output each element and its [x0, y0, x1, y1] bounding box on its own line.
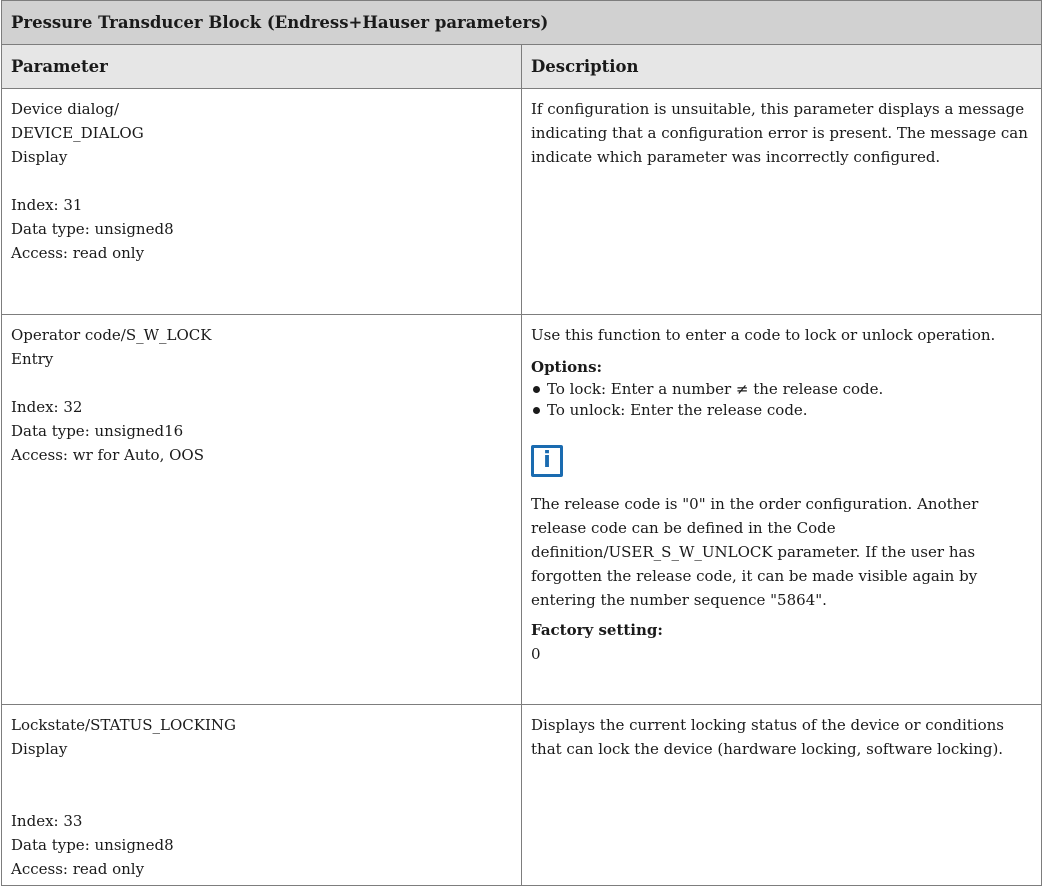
parameter-access: Access: read only	[11, 244, 145, 262]
parameter-index: Index: 31	[11, 196, 83, 214]
factory-setting-value: 0	[531, 645, 541, 663]
parameter-table: Pressure Transducer Block (Endress+Hause…	[1, 0, 1042, 886]
parameter-access: Access: wr for Auto, OOS	[11, 446, 204, 464]
parameter-mode: Display	[11, 148, 68, 166]
bullet-icon	[533, 386, 540, 393]
description-text: Use this function to enter a code to loc…	[531, 326, 996, 344]
parameter-name: Lockstate/STATUS_LOCKING	[11, 716, 236, 734]
info-icon: i	[531, 445, 563, 477]
parameter-name: Operator code/S_W_LOCK	[11, 326, 212, 344]
column-header-description: Description	[521, 44, 1042, 89]
table-row: Operator code/S_W_LOCK Entry Index: 32 D…	[1, 314, 1042, 705]
parameter-mode: Display	[11, 740, 68, 758]
parameter-access: Access: read only	[11, 860, 145, 878]
list-item: To unlock: Enter the release code.	[531, 400, 1031, 421]
table-row: Lockstate/STATUS_LOCKING Display Index: …	[1, 704, 1042, 886]
bullet-icon	[533, 407, 540, 414]
parameter-cell: Lockstate/STATUS_LOCKING Display Index: …	[1, 704, 522, 886]
parameter-index: Index: 32	[11, 398, 83, 416]
table-title: Pressure Transducer Block (Endress+Hause…	[1, 0, 1042, 45]
option-text: To unlock: Enter the release code.	[547, 401, 808, 419]
description-cell: Use this function to enter a code to loc…	[521, 314, 1042, 705]
parameter-name: DEVICE_DIALOG	[11, 124, 144, 142]
table-title-row: Pressure Transducer Block (Endress+Hause…	[1, 0, 1042, 45]
list-item: To lock: Enter a number ≠ the release co…	[531, 379, 1031, 400]
options-list: To lock: Enter a number ≠ the release co…	[531, 379, 1031, 421]
description-cell: If configuration is unsuitable, this par…	[521, 88, 1042, 315]
option-text: To lock: Enter a number ≠ the release co…	[547, 380, 884, 398]
info-note-text: The release code is "0" in the order con…	[531, 495, 979, 609]
parameter-index: Index: 33	[11, 812, 83, 830]
parameter-cell: Device dialog/ DEVICE_DIALOG Display Ind…	[1, 88, 522, 315]
column-header-parameter: Parameter	[1, 44, 522, 89]
options-heading: Options:	[531, 358, 603, 376]
parameter-data-type: Data type: unsigned8	[11, 220, 174, 238]
factory-setting-heading: Factory setting:	[531, 621, 663, 639]
parameter-data-type: Data type: unsigned16	[11, 422, 184, 440]
parameter-data-type: Data type: unsigned8	[11, 836, 174, 854]
parameter-mode: Entry	[11, 350, 54, 368]
description-text: If configuration is unsuitable, this par…	[531, 100, 1028, 166]
parameter-cell: Operator code/S_W_LOCK Entry Index: 32 D…	[1, 314, 522, 705]
document-page: Pressure Transducer Block (Endress+Hause…	[0, 0, 1043, 886]
column-header-row: Parameter Description	[1, 44, 1042, 89]
description-text: Displays the current locking status of t…	[531, 716, 1004, 758]
table-row: Device dialog/ DEVICE_DIALOG Display Ind…	[1, 88, 1042, 315]
description-cell: Displays the current locking status of t…	[521, 704, 1042, 886]
parameter-name: Device dialog/	[11, 100, 120, 118]
